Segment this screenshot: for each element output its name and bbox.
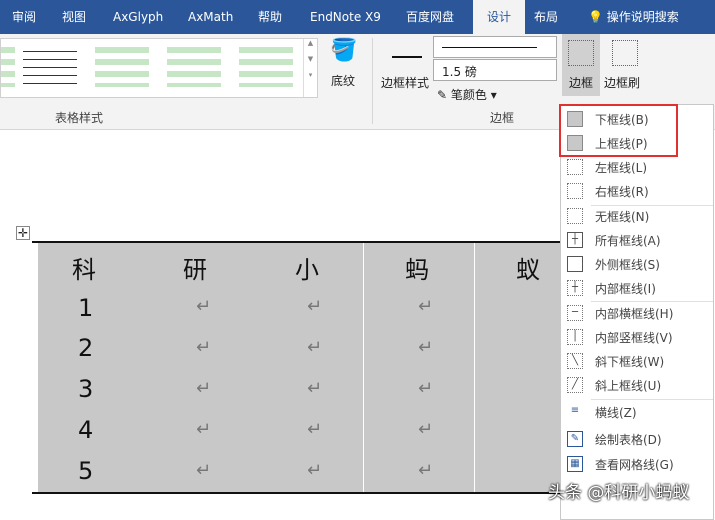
table-style[interactable]: [167, 47, 221, 87]
shading-button[interactable]: 底纹: [331, 72, 355, 89]
tab-axglyph[interactable]: AxGlyph: [113, 0, 163, 34]
watermark: 头条 @科研小蚂蚁: [548, 483, 690, 503]
lightbulb-icon: 💡: [588, 10, 607, 24]
highlight-box: [559, 104, 678, 157]
table-styles-gallery[interactable]: ▲ ▼ ▾: [0, 38, 318, 98]
borders-dropdown-menu: 下框线(B) 上框线(P) 左框线(L) 右框线(R) 无框线(N) ┼ 所有框线…: [560, 104, 714, 520]
menu-item-outside-borders[interactable]: 外侧框线(S): [561, 252, 713, 276]
header-cell[interactable]: 蚂: [405, 250, 429, 285]
ribbon-tabs: 审阅 视图 AxGlyph AxMath 帮助 EndNote X9 百度网盘 …: [0, 0, 715, 34]
all-borders-icon: ┼: [567, 232, 583, 248]
tab-axmath[interactable]: AxMath: [188, 0, 233, 34]
table-cell[interactable]: 3: [78, 375, 93, 403]
right-border-icon: [567, 183, 583, 199]
gallery-scrollbar[interactable]: ▲ ▼ ▾: [303, 39, 317, 97]
inside-vertical-border-icon: │: [567, 329, 583, 345]
menu-item-draw-table[interactable]: ✎ 绘制表格(D): [561, 427, 713, 451]
menu-item-all-borders[interactable]: ┼ 所有框线(A): [561, 228, 713, 252]
line-style-select[interactable]: [433, 36, 557, 58]
horizontal-line-icon: ≡: [570, 405, 580, 416]
menu-item-inside-borders[interactable]: ┼ 内部框线(I): [561, 276, 713, 300]
inside-horizontal-border-icon: ─: [567, 305, 583, 321]
menu-item-horizontal-line[interactable]: ≡ 横线(Z): [561, 400, 713, 424]
table-style[interactable]: [239, 47, 293, 87]
menu-item-right-border[interactable]: 右框线(R): [561, 179, 713, 203]
menu-item-inside-horizontal[interactable]: ─ 内部横框线(H): [561, 301, 713, 325]
header-cell[interactable]: 研: [183, 250, 207, 285]
tell-me-search[interactable]: 💡 操作说明搜索: [588, 0, 679, 34]
outside-borders-icon: [567, 256, 583, 272]
group-label: 表格样式: [55, 111, 104, 125]
diagonal-up-border-icon: ╱: [567, 377, 583, 393]
inside-borders-icon: ┼: [567, 280, 583, 296]
menu-item-diagonal-down[interactable]: ╲ 斜下框线(W): [561, 349, 713, 373]
header-cell[interactable]: 科: [72, 250, 96, 285]
header-cell[interactable]: 蚁: [516, 250, 540, 285]
tab-layout[interactable]: 布局: [534, 0, 558, 34]
borders-icon: [568, 40, 594, 66]
table-style[interactable]: [23, 47, 77, 87]
tab-help[interactable]: 帮助: [258, 0, 282, 34]
tab-design[interactable]: 设计: [473, 0, 525, 34]
tab-review[interactable]: 审阅: [12, 0, 36, 34]
menu-item-left-border[interactable]: 左框线(L): [561, 155, 713, 179]
tab-baidu[interactable]: 百度网盘: [406, 0, 454, 34]
table-cell[interactable]: 5: [78, 457, 93, 485]
draw-table-icon: ✎: [567, 431, 583, 447]
tab-endnote[interactable]: EndNote X9: [310, 0, 381, 34]
menu-item-view-gridlines[interactable]: ▦ 查看网格线(G): [561, 452, 713, 476]
border-painter-icon: [612, 40, 638, 66]
border-painter-button[interactable]: 边框刷: [604, 74, 640, 91]
menu-item-diagonal-up[interactable]: ╱ 斜上框线(U): [561, 373, 713, 397]
border-styles-button[interactable]: 边框样式: [381, 74, 429, 91]
table-style[interactable]: [95, 47, 149, 87]
pen-color-button[interactable]: ✎ 笔颜色 ▾: [437, 86, 497, 103]
group-label: 边框: [490, 111, 515, 125]
table-cell[interactable]: 2: [78, 334, 93, 362]
borders-label: 边框: [569, 76, 594, 90]
menu-item-inside-vertical[interactable]: │ 内部竖框线(V): [561, 325, 713, 349]
view-gridlines-icon: ▦: [567, 456, 583, 472]
border-style-icon: [392, 56, 422, 58]
no-border-icon: [567, 208, 583, 224]
table-cell[interactable]: 1: [78, 294, 93, 322]
paint-bucket-icon: 🪣: [330, 38, 358, 63]
left-border-icon: [567, 159, 583, 175]
line-weight-select[interactable]: 1.5 磅: [433, 59, 557, 81]
table-cell[interactable]: 4: [78, 416, 93, 444]
table-move-handle-icon[interactable]: ✛: [16, 226, 30, 240]
menu-item-no-border[interactable]: 无框线(N): [561, 204, 713, 228]
table-style[interactable]: [1, 47, 15, 87]
diagonal-down-border-icon: ╲: [567, 353, 583, 369]
tab-view[interactable]: 视图: [62, 0, 86, 34]
header-cell[interactable]: 小: [295, 250, 319, 285]
